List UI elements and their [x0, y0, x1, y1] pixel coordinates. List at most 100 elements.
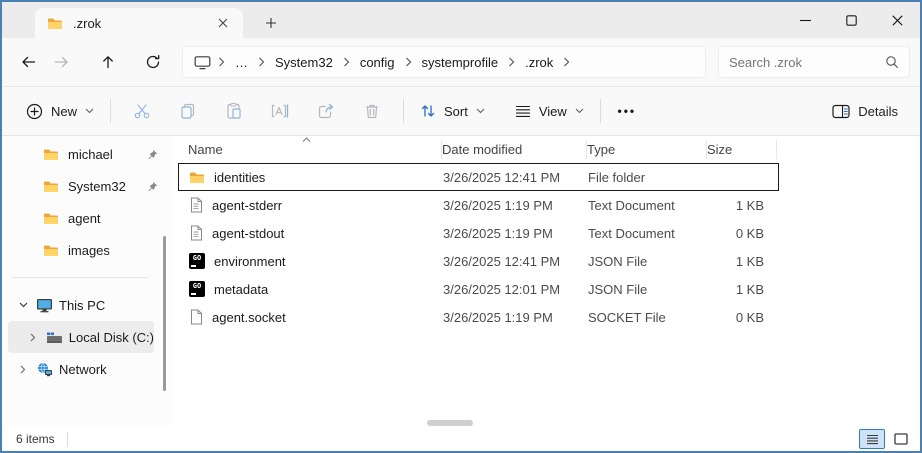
file-row-agent-stderr[interactable]: agent-stderr 3/26/2025 1:19 PM Text Docu…	[178, 191, 779, 219]
command-bar: New Sort View •••	[2, 86, 920, 136]
column-header-name[interactable]: Name	[188, 140, 442, 159]
breadcrumb-zrok[interactable]: .zrok	[517, 55, 561, 70]
sidebar-item-label: System32	[68, 179, 126, 194]
file-type: Text Document	[588, 198, 708, 213]
blank-file-icon	[189, 309, 203, 325]
chevron-right-icon	[256, 57, 267, 67]
folder-icon	[43, 244, 59, 257]
sidebar-item-this-pc[interactable]: This PC	[8, 289, 154, 321]
sidebar-item-agent[interactable]: agent	[8, 202, 158, 234]
minimize-button[interactable]	[782, 2, 828, 38]
sidebar-item-network[interactable]: Network	[8, 353, 154, 385]
address-bar[interactable]: … System32 config systemprofile .zrok	[182, 46, 706, 78]
file-name: agent.socket	[212, 310, 286, 325]
search-input[interactable]	[729, 55, 885, 70]
text-file-icon	[189, 225, 203, 241]
title-bar: .zrok	[2, 2, 920, 38]
sidebar-scrollbar[interactable]	[163, 236, 166, 391]
share-icon[interactable]	[303, 93, 349, 129]
new-button-label: New	[51, 104, 77, 119]
toolbar-divider	[110, 99, 111, 123]
column-header-type[interactable]: Type	[587, 140, 707, 159]
go-file-icon: GO	[189, 281, 205, 297]
file-type: SOCKET File	[588, 310, 708, 325]
column-header-size[interactable]: Size	[707, 140, 777, 159]
file-type: File folder	[588, 170, 708, 185]
view-list-icon	[515, 104, 531, 118]
breadcrumb-systemprofile[interactable]: systemprofile	[414, 55, 507, 70]
sort-arrows-icon	[420, 103, 436, 119]
sidebar-item-label: Local Disk (C:)	[69, 330, 154, 345]
rename-icon[interactable]	[257, 93, 303, 129]
file-size: 0 KB	[708, 310, 778, 325]
more-options-button[interactable]: •••	[609, 93, 645, 129]
file-size: 1 KB	[708, 254, 778, 269]
file-size: 1 KB	[708, 282, 778, 297]
file-row-identities[interactable]: identities 3/26/2025 12:41 PM File folde…	[178, 163, 779, 191]
refresh-icon[interactable]	[135, 45, 170, 79]
sidebar-item-michael[interactable]: michael	[8, 138, 158, 170]
delete-icon[interactable]	[349, 93, 395, 129]
breadcrumb-config[interactable]: config	[352, 55, 403, 70]
new-tab-button[interactable]	[259, 11, 283, 35]
file-date: 3/26/2025 12:41 PM	[443, 254, 588, 269]
details-pane-button[interactable]: Details	[826, 93, 904, 129]
tab-close-icon[interactable]	[211, 11, 235, 35]
file-row-agent-stdout[interactable]: agent-stdout 3/26/2025 1:19 PM Text Docu…	[178, 219, 779, 247]
forward-icon[interactable]	[45, 45, 80, 79]
sidebar-item-label: michael	[68, 147, 113, 162]
folder-icon	[43, 212, 59, 225]
view-button-label: View	[539, 104, 567, 119]
horizontal-scrollbar[interactable]	[427, 420, 473, 426]
paste-icon[interactable]	[211, 93, 257, 129]
details-pane-icon	[832, 104, 850, 119]
back-icon[interactable]	[10, 45, 45, 79]
copy-icon[interactable]	[165, 93, 211, 129]
close-button[interactable]	[874, 2, 920, 38]
file-row-agent-socket[interactable]: agent.socket 3/26/2025 1:19 PM SOCKET Fi…	[178, 303, 779, 331]
chevron-down-icon[interactable]	[16, 302, 30, 308]
file-row-metadata[interactable]: GO metadata 3/26/2025 12:01 PM JSON File…	[178, 275, 779, 303]
new-button[interactable]: New	[18, 93, 102, 129]
more-dots-icon: •••	[618, 104, 637, 118]
file-name: identities	[214, 170, 265, 185]
explorer-tab[interactable]: .zrok	[35, 8, 243, 38]
breadcrumb-ellipsis[interactable]: …	[227, 55, 256, 70]
chevron-right-icon[interactable]	[26, 333, 40, 342]
search-box[interactable]	[718, 46, 910, 78]
file-date: 3/26/2025 12:01 PM	[443, 282, 588, 297]
chevron-right-icon	[506, 57, 517, 67]
network-icon	[36, 362, 53, 377]
view-button[interactable]: View	[507, 93, 592, 129]
sidebar-item-system32[interactable]: System32	[8, 170, 158, 202]
cut-icon[interactable]	[119, 93, 165, 129]
breadcrumb-system32[interactable]: System32	[267, 55, 341, 70]
maximize-button[interactable]	[828, 2, 874, 38]
file-name: agent-stdout	[212, 226, 284, 241]
file-size: 0 KB	[708, 226, 778, 241]
chevron-down-icon	[575, 108, 584, 114]
file-date: 3/26/2025 1:19 PM	[443, 226, 588, 241]
up-icon[interactable]	[90, 45, 125, 79]
chevron-right-icon	[341, 57, 352, 67]
tab-title: .zrok	[73, 16, 211, 31]
column-header-date[interactable]: Date modified	[442, 140, 587, 159]
file-row-environment[interactable]: GO environment 3/26/2025 12:41 PM JSON F…	[178, 247, 779, 275]
file-size: 1 KB	[708, 198, 778, 213]
sort-button[interactable]: Sort	[412, 93, 493, 129]
monitor-icon	[36, 298, 53, 313]
details-view-toggle[interactable]	[859, 429, 885, 449]
file-name: environment	[214, 254, 286, 269]
chevron-right-icon[interactable]	[16, 365, 30, 374]
pin-icon	[147, 181, 158, 192]
toolbar-divider	[403, 99, 404, 123]
thumbnail-view-toggle[interactable]	[888, 429, 914, 449]
sidebar-item-images[interactable]: images	[8, 234, 158, 266]
sidebar-item-local-disk-c[interactable]: Local Disk (C:)	[8, 321, 154, 353]
chevron-down-icon	[85, 108, 94, 114]
search-icon[interactable]	[885, 55, 899, 69]
this-pc-icon[interactable]	[189, 55, 216, 70]
file-date: 3/26/2025 1:19 PM	[443, 198, 588, 213]
chevron-right-icon	[561, 57, 572, 67]
plus-circle-icon	[26, 103, 43, 120]
